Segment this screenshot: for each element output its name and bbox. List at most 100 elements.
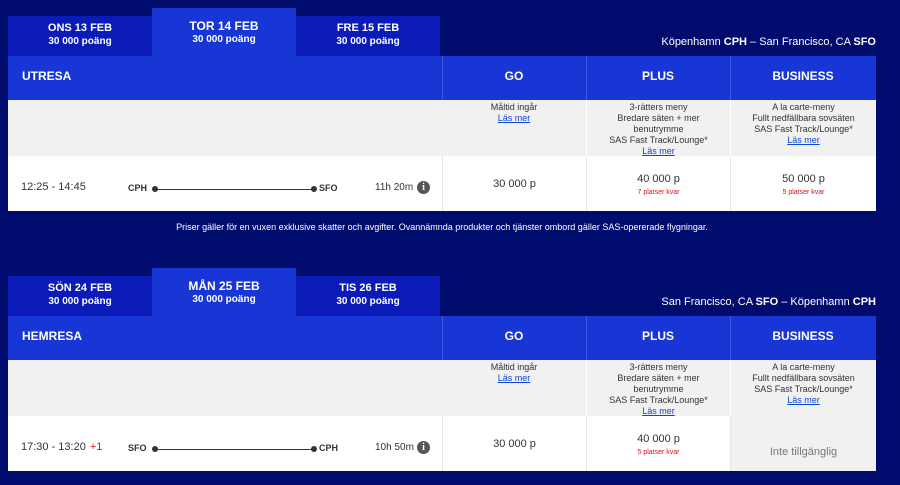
flight-time-text: 17:30 - 13:20: [21, 441, 86, 453]
desc-line: Fullt nedfällbara sovsäten: [752, 373, 855, 383]
route-from-code: SFO: [755, 296, 779, 308]
flight-duration: 10h 50m: [375, 442, 414, 453]
destination-code: CPH: [319, 443, 339, 453]
tab-date: SÖN 24 FEB: [47, 282, 113, 294]
fare-plus-option[interactable]: 40 000 p 7 platser kvar: [586, 156, 730, 211]
business-description: A la carte-meny Fullt nedfällbara sovsät…: [730, 100, 876, 156]
column-go: GO: [504, 329, 524, 343]
info-icon[interactable]: i: [417, 181, 430, 194]
desc-line: SAS Fast Track/Lounge*: [754, 384, 853, 394]
tab-date-next[interactable]: FRE 15 FEB 30 000 poäng: [296, 16, 440, 56]
read-more-link[interactable]: Läs mer: [498, 113, 531, 123]
tab-date-prev[interactable]: SÖN 24 FEB 30 000 poäng: [8, 276, 152, 316]
desc-line: Måltid ingår: [490, 102, 538, 112]
desc-line: Måltid ingår: [490, 362, 538, 372]
route-to-code: CPH: [852, 296, 876, 308]
fare-business-option[interactable]: 50 000 p 5 platser kvar: [730, 156, 876, 211]
desc-line: Fullt nedfällbara sovsäten: [752, 113, 855, 123]
tab-date: FRE 15 FEB: [336, 22, 400, 34]
price-note: Priser gäller för en vuxen exklusive ska…: [176, 222, 708, 232]
flight-time-text: 12:25 - 14:45: [21, 181, 86, 193]
seats-left: 7 platser kvar: [637, 189, 680, 196]
route-from-city: San Francisco, CA: [661, 296, 753, 308]
tab-date: TOR 14 FEB: [189, 19, 259, 33]
desc-line: SAS Fast Track/Lounge*: [609, 135, 708, 145]
direction-label: UTRESA: [22, 69, 72, 83]
plus-description: 3-rätters meny Bredare säten + mer benut…: [586, 360, 730, 416]
flight-row: 17:30 - 13:20 +1 SFO CPH 10h 50m i 30 000…: [8, 416, 876, 471]
column-go: GO: [504, 69, 524, 83]
go-description: Måltid ingår Läs mer: [442, 360, 586, 416]
tab-date-selected[interactable]: MÅN 25 FEB 30 000 poäng: [152, 268, 296, 316]
desc-line: Bredare säten + mer: [617, 373, 700, 383]
fare-go-option[interactable]: 30 000 p: [442, 156, 586, 211]
read-more-link[interactable]: Läs mer: [642, 146, 675, 156]
desc-line: A la carte-meny: [772, 362, 835, 372]
read-more-link[interactable]: Läs mer: [642, 406, 675, 416]
outbound-date-tabs: ONS 13 FEB 30 000 poäng TOR 14 FEB 30 00…: [8, 8, 440, 56]
route-from-code: CPH: [723, 36, 747, 48]
read-more-link[interactable]: Läs mer: [787, 135, 820, 145]
plus-description: 3-rätters meny Bredare säten + mer benut…: [586, 100, 730, 156]
tab-date-selected[interactable]: TOR 14 FEB 30 000 poäng: [152, 8, 296, 56]
price: 30 000 p: [493, 438, 536, 450]
fare-descriptions: Måltid ingår Läs mer 3-rätters meny Bred…: [8, 360, 876, 416]
route-to-code: SFO: [853, 36, 876, 48]
desc-line: A la carte-meny: [772, 102, 835, 112]
route-label: San Francisco, CA SFO – Köpenhamn CPH: [661, 296, 876, 308]
read-more-link[interactable]: Läs mer: [498, 373, 531, 383]
flight-row: 12:25 - 14:45 CPH SFO 11h 20m i 30 000 p…: [8, 156, 876, 211]
desc-line: 3-rätters meny: [629, 102, 688, 112]
column-plus: PLUS: [641, 69, 674, 83]
business-description: A la carte-meny Fullt nedfällbara sovsät…: [730, 360, 876, 416]
route-dot-end: [311, 446, 317, 452]
desc-line: Bredare säten + mer: [617, 113, 700, 123]
route-line: [154, 189, 314, 190]
route-to-city: San Francisco, CA: [759, 36, 851, 48]
tab-points: 30 000 poäng: [48, 36, 112, 47]
fare-plus-option[interactable]: 40 000 p 5 platser kvar: [586, 416, 730, 471]
fare-header-bar: UTRESA GO PLUS BUSINESS: [8, 56, 876, 100]
seats-left: 5 platser kvar: [782, 189, 825, 196]
flight-duration: 11h 20m: [375, 182, 414, 193]
seats-left: 5 platser kvar: [637, 449, 680, 456]
read-more-link[interactable]: Läs mer: [787, 395, 820, 405]
fare-go-option[interactable]: 30 000 p: [442, 416, 586, 471]
tab-date-prev[interactable]: ONS 13 FEB 30 000 poäng: [8, 16, 152, 56]
route-separator: –: [746, 36, 760, 48]
info-icon[interactable]: i: [417, 441, 430, 454]
price: 40 000 p: [637, 433, 680, 445]
flight-time: 17:30 - 13:20 +1: [21, 441, 102, 453]
price: 40 000 p: [637, 173, 680, 185]
fare-header-bar: HEMRESA GO PLUS BUSINESS: [8, 316, 876, 360]
route-dot-end: [311, 186, 317, 192]
tab-points: 30 000 poäng: [192, 294, 256, 305]
desc-line: SAS Fast Track/Lounge*: [609, 395, 708, 405]
route-label: Köpenhamn CPH – San Francisco, CA SFO: [661, 36, 876, 48]
desc-line: SAS Fast Track/Lounge*: [754, 124, 853, 134]
tab-points: 30 000 poäng: [336, 36, 400, 47]
route-from-city: Köpenhamn: [661, 36, 721, 48]
not-available: Inte tillgänglig: [769, 446, 838, 458]
tab-date-next[interactable]: TIS 26 FEB 30 000 poäng: [296, 276, 440, 316]
tab-points: 30 000 poäng: [192, 34, 256, 45]
tab-date: ONS 13 FEB: [47, 22, 113, 34]
route-to-city: Köpenhamn: [790, 296, 850, 308]
column-business: BUSINESS: [772, 69, 834, 83]
desc-line: benutrymme: [633, 124, 684, 134]
destination-code: SFO: [319, 183, 338, 193]
route-separator: –: [778, 296, 791, 308]
tab-date: TIS 26 FEB: [339, 282, 397, 294]
desc-line: 3-rätters meny: [629, 362, 688, 372]
route-line: [154, 449, 314, 450]
inbound-date-tabs: SÖN 24 FEB 30 000 poäng MÅN 25 FEB 30 00…: [8, 268, 440, 316]
price: 50 000 p: [782, 173, 825, 185]
origin-code: CPH: [128, 183, 148, 193]
desc-line: benutrymme: [633, 384, 684, 394]
tab-points: 30 000 poäng: [336, 296, 400, 307]
column-business: BUSINESS: [772, 329, 834, 343]
fare-business-option: Inte tillgänglig: [730, 416, 876, 471]
column-plus: PLUS: [641, 329, 674, 343]
tab-date: MÅN 25 FEB: [188, 279, 260, 293]
price: 30 000 p: [493, 178, 536, 190]
